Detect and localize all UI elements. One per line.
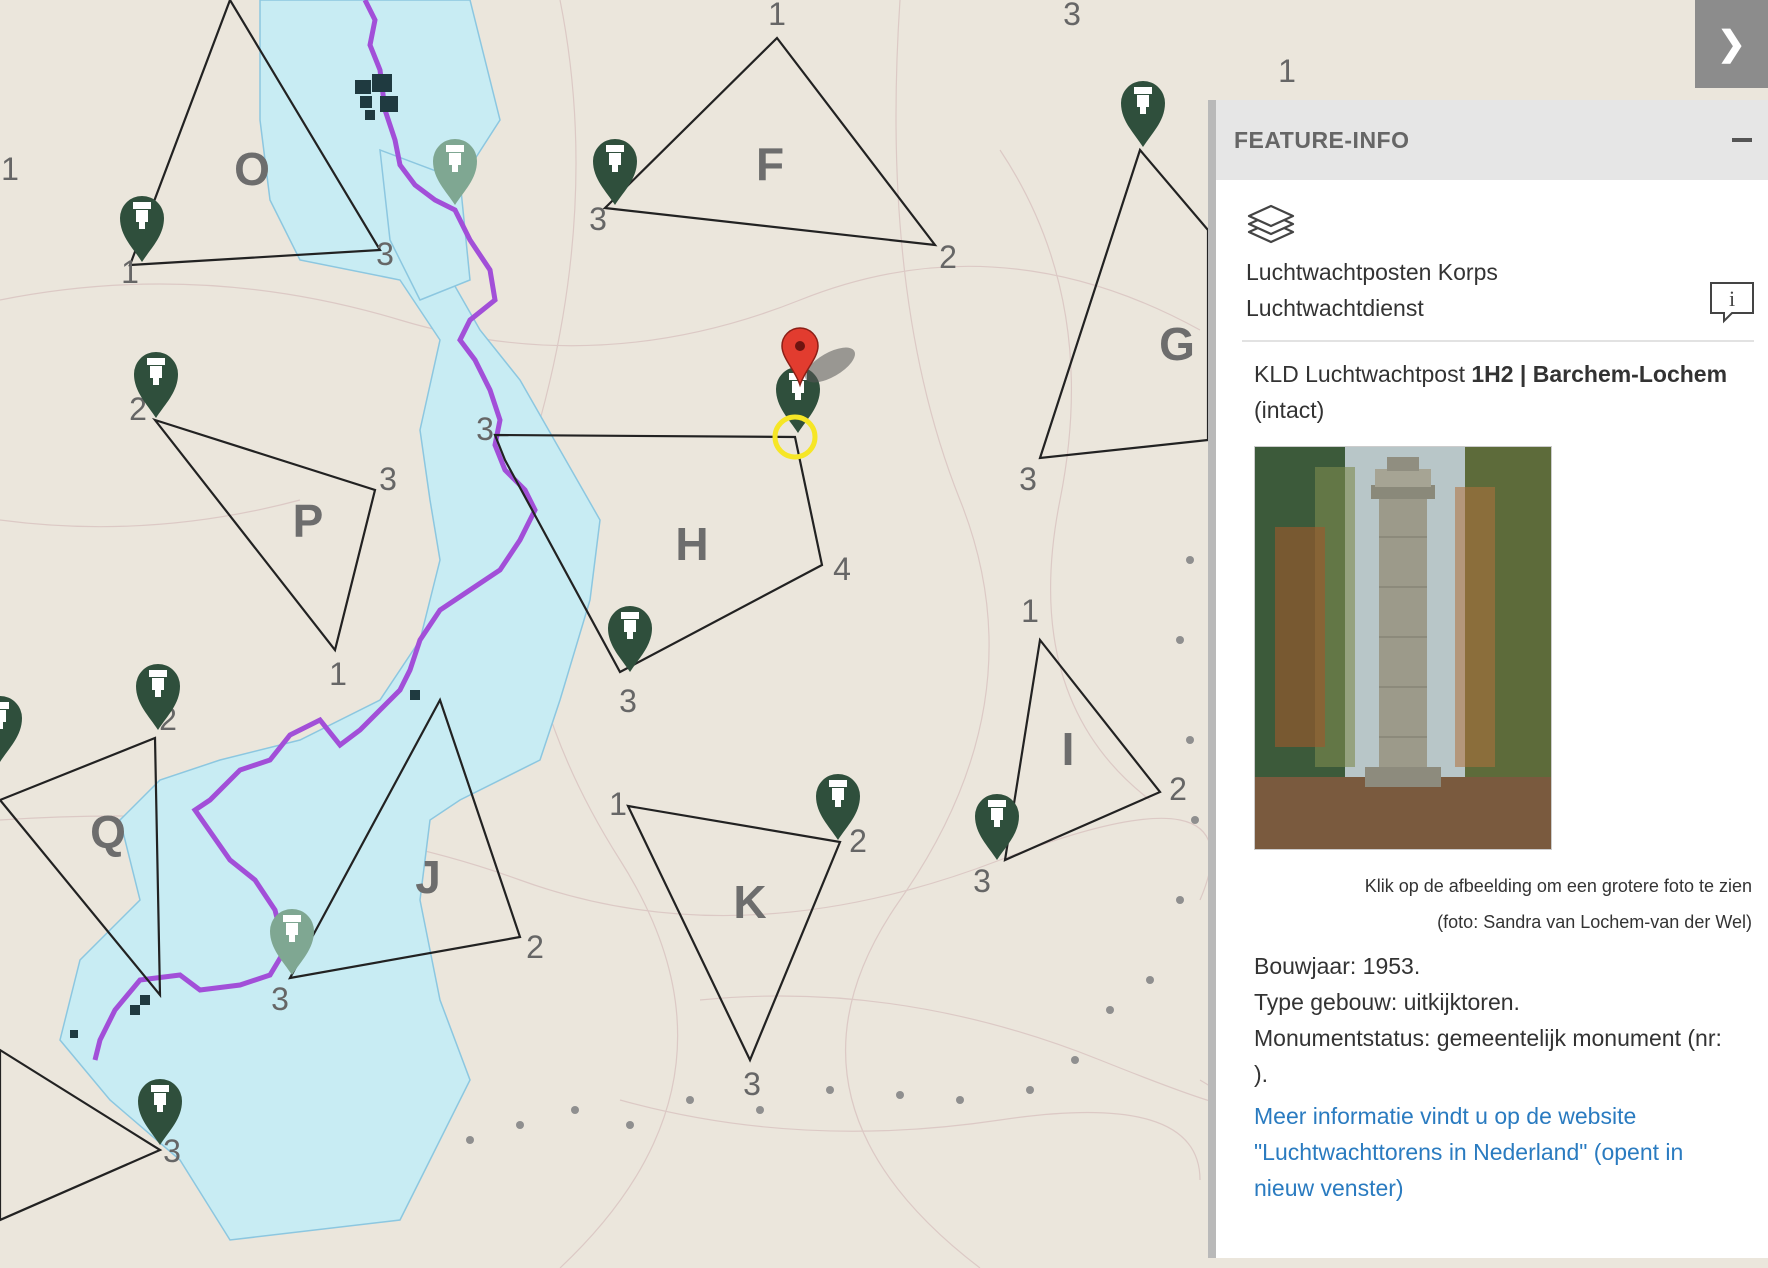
feature-code-name: 1H2 | Barchem-Lochem (1471, 361, 1728, 387)
vertex-label: 3 (589, 201, 607, 237)
link-line: Meer informatie vindt u op de website (1254, 1103, 1637, 1129)
property-monument-line: ). (1254, 1061, 1269, 1087)
feature-properties: Bouwjaar: 1953. Type gebouw: uitkijktore… (1216, 940, 1768, 1092)
region-label: Q (90, 806, 126, 858)
minus-icon[interactable] (1732, 138, 1752, 142)
vertex-label: 3 (619, 683, 637, 719)
vertex-label: 1 (329, 656, 347, 692)
vertex-label: 3 (376, 236, 394, 272)
vertex-label: 1 (768, 0, 786, 32)
vertex-label: 3 (1019, 461, 1037, 497)
property-monument: Monumentstatus: gemeentelijk monument (n… (1254, 1020, 1750, 1092)
vertex-label: 3 (973, 863, 991, 899)
photo-caption: Klik op de afbeelding om een grotere fot… (1364, 876, 1752, 896)
chevron-right-icon: ❯ (1717, 25, 1746, 63)
property-type: Type gebouw: uitkijktoren. (1254, 989, 1520, 1015)
link-line: nieuw venster) (1254, 1175, 1404, 1201)
layer-name: Luchtwachtposten Korps Luchtwachtdienst (1246, 254, 1576, 326)
tower-photo[interactable] (1254, 446, 1552, 850)
vertex-label: 3 (379, 461, 397, 497)
vertex-label: 3 (271, 981, 289, 1017)
region-label: F (756, 138, 784, 190)
vertex-label: 1 (1021, 593, 1039, 629)
layer-block: Luchtwachtposten Korps Luchtwachtdienst … (1216, 180, 1768, 326)
region-label: G (1159, 318, 1195, 370)
feature-title: KLD Luchtwachtpost 1H2 | Barchem-Lochem … (1216, 342, 1768, 428)
link-line: "Luchtwachttorens in Nederland" (opent i… (1254, 1139, 1684, 1165)
region-label: I (1062, 723, 1075, 775)
vertex-label: 3 (163, 1133, 181, 1169)
vertex-label: 2 (1169, 771, 1187, 807)
feature-prefix: KLD Luchtwachtpost (1254, 361, 1472, 387)
vertex-label: 3 (476, 411, 494, 447)
vertex-label: 1 (121, 254, 139, 290)
vertex-label: 2 (526, 929, 544, 965)
property-year: Bouwjaar: 1953. (1254, 953, 1421, 979)
panel-title: FEATURE-INFO (1234, 126, 1410, 153)
vertex-label: 3 (743, 1066, 761, 1102)
layer-name-line: Luchtwachtdienst (1246, 295, 1424, 321)
vertex-label: 1 (1278, 53, 1296, 89)
region-label: H (675, 518, 708, 570)
region-label: J (415, 851, 441, 903)
region-label: O (234, 143, 270, 195)
vertex-label: 2 (939, 239, 957, 275)
layers-icon (1247, 204, 1295, 244)
more-info-link[interactable]: Meer informatie vindt u op de website "L… (1216, 1092, 1768, 1206)
info-speech-bubble-icon[interactable]: i (1708, 280, 1756, 324)
property-monument-line: Monumentstatus: gemeentelijk monument (n… (1254, 1025, 1722, 1051)
panel-header: FEATURE-INFO (1216, 100, 1768, 180)
vertex-label: 4 (833, 551, 851, 587)
vertex-label: 2 (849, 823, 867, 859)
feature-info-panel: FEATURE-INFO Luchtwachtposten Korps Luch… (1208, 100, 1768, 1258)
svg-text:i: i (1729, 286, 1735, 311)
photo-credit: (foto: Sandra van Lochem-van der Wel) (1437, 912, 1752, 932)
vertex-label: 3 (1063, 0, 1081, 32)
layer-name-line: Luchtwachtposten Korps (1246, 259, 1498, 285)
region-label: K (733, 876, 766, 928)
vertex-label: 1 (609, 786, 627, 822)
collapse-panel-button[interactable]: ❯ (1695, 0, 1768, 88)
region-label: P (293, 495, 324, 547)
vertex-label: 1 (1, 151, 19, 187)
feature-status: (intact) (1254, 397, 1325, 423)
